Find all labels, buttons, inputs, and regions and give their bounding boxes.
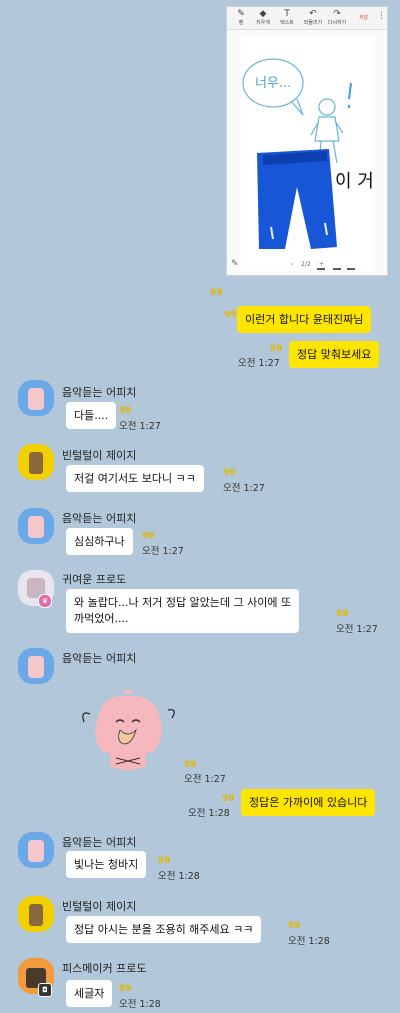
message-time: 오전 1:28 [158, 871, 200, 882]
chat-screen: { "image_card": { "toolbar": ["펜", "지우개"… [0, 0, 400, 1013]
message-bubble[interactable]: 빛나는 청바지 [66, 851, 147, 878]
speech-text: 너우... [255, 76, 291, 91]
apeach-sticker-svg [82, 689, 175, 770]
message-time: 오전 1:27 [223, 483, 265, 494]
apeach-sticker[interactable] [76, 688, 180, 776]
message-bubble[interactable]: 심심하구나 [66, 528, 133, 555]
more-icon[interactable]: ⋮ [377, 11, 386, 21]
pen-icon: ✎ [237, 9, 245, 19]
unread-count: 99 [270, 344, 283, 354]
prev-page-icon[interactable]: ‹ [291, 261, 293, 268]
eraser-tool[interactable]: ◆ 지우개 [253, 9, 273, 26]
exclaim-mark [348, 82, 352, 108]
sender-name: 피스메이커 프로도 [62, 962, 147, 975]
undo-tool[interactable]: ↶ 되돌리기 [303, 9, 323, 26]
eraser-icon: ◆ [259, 9, 267, 19]
avatar[interactable] [18, 508, 54, 544]
pager-bar: ✎ ‹ 2/2 + [227, 257, 387, 275]
redo-tool[interactable]: ↷ 다시하기 [327, 9, 347, 26]
save-button[interactable]: 저장 [359, 14, 368, 21]
figure-head [318, 98, 336, 116]
redo-icon: ↷ [333, 9, 341, 19]
message-time: 오전 1:27 [184, 774, 226, 785]
message-time: 오전 1:28 [288, 936, 330, 947]
drawing-toolbar: ✎ 펜 ◆ 지우개 T 텍스트 ↶ 되돌리기 ↷ 다시하기 저장 ⋮ [227, 7, 387, 30]
text-tool[interactable]: T 텍스트 [277, 9, 297, 26]
my-message-bubble[interactable]: 정답 맞춰보세요 [289, 341, 380, 368]
apeach-head [95, 695, 162, 757]
message-line: 와 놀랍다...나 저거 정답 알았는데 그 사이에 또 [74, 596, 292, 609]
unread-count: 99 [119, 406, 132, 416]
message-time: 오전 1:28 [188, 808, 230, 819]
message-time: 오전 1:27 [238, 358, 280, 369]
sender-name: 귀여운 프로도 [62, 573, 127, 586]
brush-icon[interactable]: ✎ [231, 259, 239, 269]
message-bubble[interactable]: 정답 아시는 분을 조용히 해주세요 ㅋㅋ [66, 916, 262, 943]
unread-count: 99 [184, 760, 197, 770]
message-time: 오전 1:27 [119, 421, 161, 432]
sweat-mark [167, 709, 175, 719]
next-page-icon[interactable]: + [319, 261, 324, 268]
message-time: 오전 1:28 [119, 999, 161, 1010]
unread-count: 99 [336, 609, 349, 619]
pen-tool[interactable]: ✎ 펜 [231, 9, 251, 26]
message-bubble[interactable]: 다들.... [66, 402, 117, 429]
unread-count: 99 [158, 856, 171, 866]
my-message-bubble[interactable]: 이런거 합니다 윤태진짜님 [237, 306, 372, 333]
unread-count: 99 [142, 531, 155, 541]
message-bubble[interactable]: 세글자 [66, 980, 113, 1007]
sender-name: 음악듣는 어피치 [62, 836, 137, 849]
drawing-svg: 너우... 이 거 [242, 58, 374, 270]
sender-name: 음악듣는 어피치 [62, 512, 137, 525]
message-bubble[interactable]: 저걸 여기서도 보다니 ㅋㅋ [66, 465, 204, 492]
unread-count: 99 [210, 288, 223, 298]
avatar[interactable] [18, 648, 54, 684]
avatar[interactable] [18, 832, 54, 868]
avatar[interactable] [18, 380, 54, 416]
unread-count: 99 [222, 794, 235, 804]
unread-count: 99 [119, 984, 132, 994]
apeach-leaf [124, 689, 132, 694]
drawing-canvas: 너우... 이 거 [241, 37, 374, 271]
message-time: 오전 1:27 [336, 624, 378, 635]
sender-name: 빈털털이 제이지 [62, 449, 137, 462]
text-icon: T [284, 9, 290, 19]
unread-count: 99 [223, 468, 236, 478]
message-bubble[interactable]: 와 놀랍다...나 저거 정답 알았는데 그 사이에 또 까먹었어.... [66, 589, 300, 633]
camera-badge-icon: ◘ [38, 983, 52, 997]
sender-name: 빈털털이 제이지 [62, 900, 137, 913]
my-message-bubble[interactable]: 정답은 가까이에 있습니다 [241, 789, 376, 816]
shared-drawing-image[interactable]: ✎ 펜 ◆ 지우개 T 텍스트 ↶ 되돌리기 ↷ 다시하기 저장 ⋮ 너우... 이 거 … [226, 6, 388, 276]
unread-count: 99 [224, 310, 237, 320]
sender-name: 음악듣는 어피치 [62, 386, 137, 399]
page-indicator: 2/2 [301, 261, 311, 268]
undo-icon: ↶ [309, 9, 317, 19]
message-line: 까먹었어.... [74, 612, 129, 625]
crown-badge-icon: ♛ [38, 594, 52, 608]
side-text: 이 거 [335, 171, 373, 192]
sweat-mark [82, 712, 91, 723]
message-time: 오전 1:27 [142, 546, 184, 557]
avatar[interactable] [18, 444, 54, 480]
avatar[interactable] [18, 896, 54, 932]
sender-name: 음악듣는 어피치 [62, 652, 137, 665]
unread-count: 99 [288, 921, 301, 931]
